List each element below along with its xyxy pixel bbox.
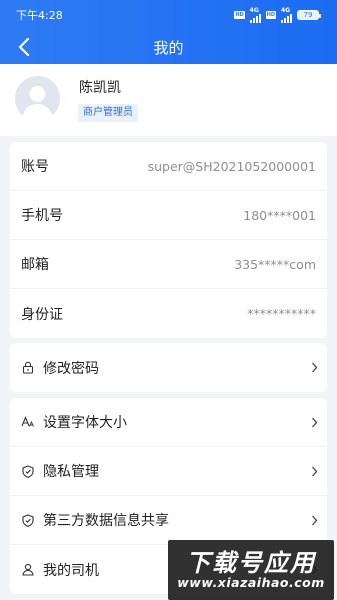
back-button[interactable] <box>12 35 36 59</box>
account-info-card: 账号 super@SH2021052000001 手机号 180****001 … <box>10 142 327 338</box>
menu-label: 第三方数据信息共享 <box>43 513 169 529</box>
profile-card: 陈凯凯 商户管理员 <box>0 64 337 136</box>
menu-item-third-party-sharing[interactable]: 第三方数据信息共享 <box>10 496 327 545</box>
menu-label: 设置字体大小 <box>43 415 127 431</box>
chevron-right-icon <box>309 465 319 477</box>
watermark-logo: 下载号应用 www.xiazaihao.com <box>168 540 334 600</box>
lock-icon <box>21 361 35 375</box>
info-row-id-card: 身份证 *********** <box>10 289 327 338</box>
chevron-right-icon <box>309 416 319 428</box>
info-value: 180****001 <box>243 207 316 223</box>
watermark-title: 下载号应用 <box>186 549 316 577</box>
info-value: 335*****com <box>234 256 316 272</box>
menu-item-privacy[interactable]: 隐私管理 <box>10 447 327 496</box>
menu-label: 隐私管理 <box>43 464 99 480</box>
page-title: 我的 <box>153 38 184 57</box>
status-time: 下午4:28 <box>16 9 63 22</box>
chevron-left-icon <box>18 38 30 56</box>
menu-label: 修改密码 <box>43 360 99 377</box>
shield-icon <box>21 464 35 478</box>
shield-icon <box>21 513 35 527</box>
menu-item-change-password[interactable]: 修改密码 <box>10 343 327 392</box>
info-row-account: 账号 super@SH2021052000001 <box>10 142 327 191</box>
signal-icon-2: 4G <box>281 7 292 23</box>
chevron-right-icon <box>309 514 319 526</box>
people-icon <box>21 563 35 577</box>
nav-bar: 我的 <box>0 30 337 64</box>
status-icons: HD 4G HD 4G 79 <box>234 7 321 23</box>
signal-icon: 4G <box>249 7 261 23</box>
avatar[interactable] <box>15 76 60 121</box>
role-badge: 商户管理员 <box>78 104 138 122</box>
app-header: 下午4:28 HD 4G HD 4G 79 我的 <box>0 0 337 64</box>
info-label: 邮箱 <box>21 257 49 273</box>
chevron-right-icon <box>309 362 319 374</box>
info-value: super@SH2021052000001 <box>147 158 316 174</box>
font-size-icon <box>21 415 35 429</box>
info-value: *********** <box>247 306 316 321</box>
info-row-email: 邮箱 335*****com <box>10 240 327 289</box>
info-label: 账号 <box>21 159 49 175</box>
info-label: 身份证 <box>21 306 63 323</box>
user-name: 陈凯凯 <box>79 80 121 96</box>
info-row-phone: 手机号 180****001 <box>10 191 327 240</box>
user-avatar-icon <box>15 76 60 121</box>
security-card: 修改密码 <box>10 343 327 392</box>
hd-icon: HD <box>234 11 245 19</box>
hd-icon-2: HD <box>265 11 276 19</box>
status-bar: 下午4:28 HD 4G HD 4G 79 <box>0 0 337 30</box>
info-label: 手机号 <box>21 208 63 224</box>
battery-icon: 79 <box>297 10 321 20</box>
menu-item-font-size[interactable]: 设置字体大小 <box>10 398 327 447</box>
watermark-url: www.xiazaihao.com <box>177 575 325 590</box>
